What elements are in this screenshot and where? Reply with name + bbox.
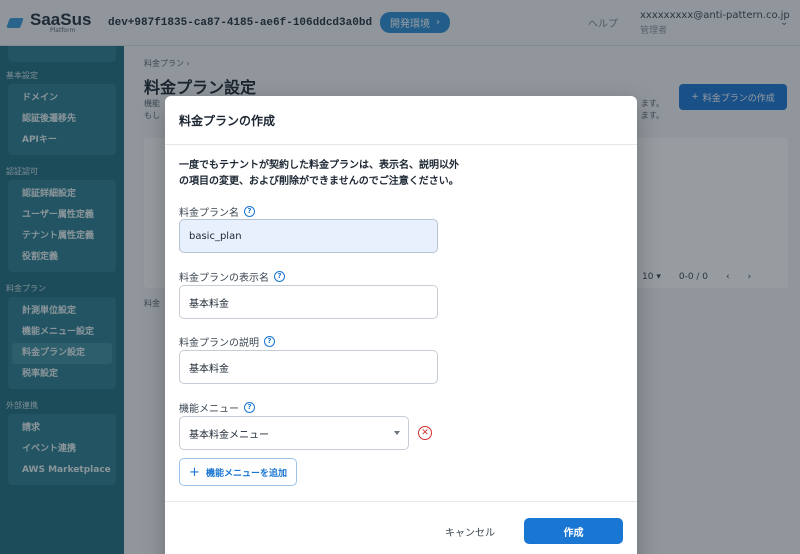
warning-message: 一度でもテナントが契約した料金プランは、表示名、説明以外 の項目の変更、および削… xyxy=(179,158,619,190)
cancel-button[interactable]: キャンセル xyxy=(433,518,507,544)
description-label-text: 料金プランの説明 xyxy=(179,338,259,349)
warning-line-2: の項目の変更、および削除ができませんのでご注意ください。 xyxy=(179,176,459,187)
dropdown-arrow-icon xyxy=(394,431,400,435)
add-feature-menu-button[interactable]: + 機能メニューを追加 xyxy=(179,458,297,486)
plus-icon: + xyxy=(189,464,200,480)
dialog-title: 料金プランの作成 xyxy=(179,114,276,128)
dialog-divider xyxy=(165,144,637,145)
help-icon[interactable]: ? xyxy=(244,206,255,217)
description-label: 料金プランの説明 ? xyxy=(179,334,275,349)
display-name-label: 料金プランの表示名 ? xyxy=(179,269,285,284)
help-icon[interactable]: ? xyxy=(264,336,275,347)
feature-menu-label-text: 機能メニュー xyxy=(179,404,239,415)
remove-feature-menu-icon[interactable]: ✕ xyxy=(418,426,432,440)
plan-name-label: 料金プラン名 ? xyxy=(179,204,255,219)
create-plan-dialog: 料金プランの作成 一度でもテナントが契約した料金プランは、表示名、説明以外 の項… xyxy=(165,96,637,554)
help-icon[interactable]: ? xyxy=(244,402,255,413)
plan-name-label-text: 料金プラン名 xyxy=(179,208,239,219)
description-input[interactable]: 基本料金 xyxy=(179,350,438,384)
feature-menu-select[interactable]: 基本料金メニュー xyxy=(179,416,409,450)
plan-name-input[interactable]: basic_plan xyxy=(179,219,438,253)
warning-line-1: 一度でもテナントが契約した料金プランは、表示名、説明以外 xyxy=(179,160,459,171)
feature-menu-select-value: 基本料金メニュー xyxy=(189,429,269,441)
display-name-input[interactable]: 基本料金 xyxy=(179,285,438,319)
help-icon[interactable]: ? xyxy=(274,271,285,282)
add-feature-menu-label: 機能メニューを追加 xyxy=(205,468,287,479)
feature-menu-label: 機能メニュー ? xyxy=(179,400,255,415)
dialog-footer-divider xyxy=(165,501,637,502)
display-name-label-text: 料金プランの表示名 xyxy=(179,273,269,284)
create-button[interactable]: 作成 xyxy=(524,518,623,544)
